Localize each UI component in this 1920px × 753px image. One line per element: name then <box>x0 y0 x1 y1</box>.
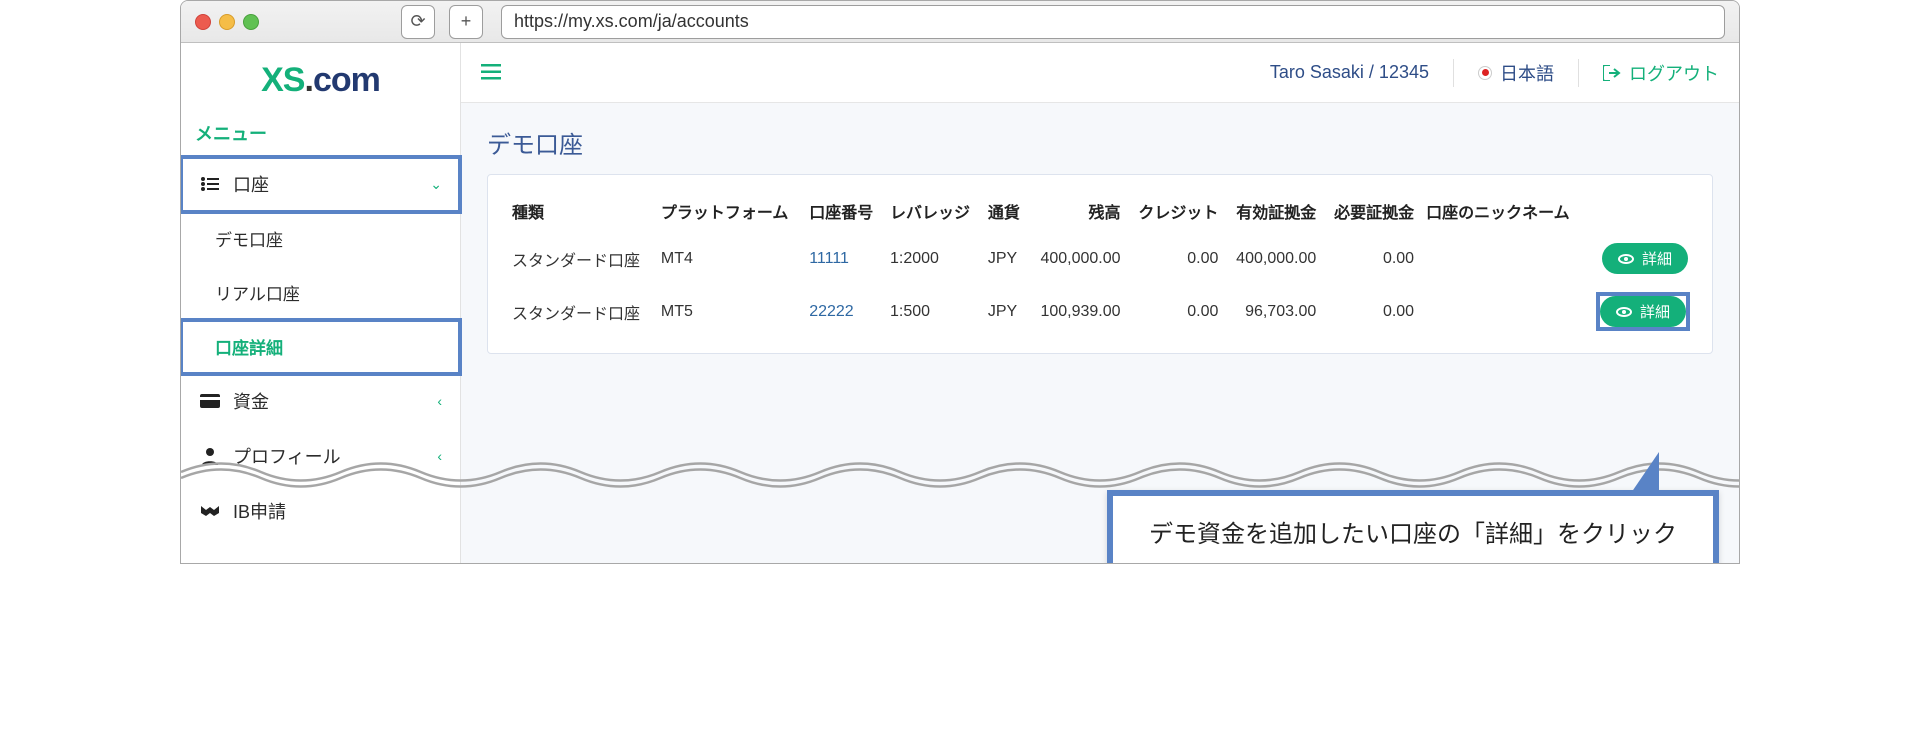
accounts-table: 種類 プラットフォーム 口座番号 レバレッジ 通貨 残高 クレジット 有効証拠金… <box>506 189 1694 339</box>
browser-window: ⟳ + https://my.xs.com/ja/accounts XS.com… <box>180 0 1740 564</box>
topbar: Taro Sasaki / 12345 日本語 ログアウト <box>461 43 1739 103</box>
sidebar-item-accounts[interactable]: 口座 ⌄ <box>181 157 460 212</box>
reload-button[interactable]: ⟳ <box>401 5 435 39</box>
cell-nickname <box>1420 284 1585 339</box>
user-icon <box>199 447 221 465</box>
language-switcher[interactable]: 日本語 <box>1478 60 1554 86</box>
logout-icon <box>1603 65 1621 81</box>
table-header-row: 種類 プラットフォーム 口座番号 レバレッジ 通貨 残高 クレジット 有効証拠金… <box>506 189 1694 233</box>
col-balance: 残高 <box>1029 189 1127 233</box>
content-area: Taro Sasaki / 12345 日本語 ログアウト デモ口座 <box>461 43 1739 563</box>
cell-currency: JPY <box>982 284 1029 339</box>
cell-type: スタンダード口座 <box>506 233 655 284</box>
list-icon <box>199 177 221 191</box>
sidebar-item-label: IB申請 <box>233 498 286 524</box>
handshake-icon <box>199 504 221 518</box>
sidebar-item-demo-account[interactable]: デモ口座 <box>181 212 460 266</box>
sidebar-item-label: 口座詳細 <box>215 334 283 359</box>
page-title: デモ口座 <box>487 125 1713 160</box>
cell-credit: 0.00 <box>1127 233 1225 284</box>
sidebar: XS.com メニュー 口座 ⌄ デモ口座 リアル口座 口座詳細 <box>181 43 461 563</box>
callout-arrow-icon <box>1629 452 1659 496</box>
sidebar-item-label: リアル口座 <box>215 280 300 305</box>
url-text: https://my.xs.com/ja/accounts <box>514 11 749 32</box>
cell-equity: 400,000.00 <box>1224 233 1322 284</box>
browser-titlebar: ⟳ + https://my.xs.com/ja/accounts <box>181 1 1739 43</box>
brand-logo: XS.com <box>181 53 460 114</box>
cell-margin: 0.00 <box>1322 233 1420 284</box>
sidebar-item-label: プロフィール <box>233 443 341 469</box>
user-info: Taro Sasaki / 12345 <box>1270 62 1429 83</box>
brand-part3: com <box>313 61 380 99</box>
sidebar-item-profile[interactable]: プロフィール ‹ <box>181 429 460 484</box>
col-type: 種類 <box>506 189 655 233</box>
cell-balance: 100,939.00 <box>1029 284 1127 339</box>
cell-credit: 0.00 <box>1127 284 1225 339</box>
language-label: 日本語 <box>1500 60 1554 86</box>
cell-leverage: 1:2000 <box>884 233 982 284</box>
new-tab-button[interactable]: + <box>449 5 483 39</box>
cell-leverage: 1:500 <box>884 284 982 339</box>
cell-type: スタンダード口座 <box>506 284 655 339</box>
cell-number[interactable]: 22222 <box>803 284 884 339</box>
detail-button[interactable]: 詳細 <box>1600 296 1686 327</box>
col-platform: プラットフォーム <box>655 189 803 233</box>
cell-currency: JPY <box>982 233 1029 284</box>
logout-label: ログアウト <box>1629 60 1719 86</box>
app-shell: XS.com メニュー 口座 ⌄ デモ口座 リアル口座 口座詳細 <box>181 43 1739 563</box>
accounts-table-card: 種類 プラットフォーム 口座番号 レバレッジ 通貨 残高 クレジット 有効証拠金… <box>487 174 1713 354</box>
col-margin: 必要証拠金 <box>1322 189 1420 233</box>
table-row: スタンダード口座 MT5 22222 1:500 JPY 100,939.00 … <box>506 284 1694 339</box>
menu-toggle-button[interactable] <box>481 60 501 86</box>
col-nickname: 口座のニックネーム <box>1420 189 1585 233</box>
logout-button[interactable]: ログアウト <box>1603 60 1719 86</box>
wallet-icon <box>199 394 221 408</box>
brand-part2: . <box>304 61 312 99</box>
window-zoom-icon[interactable] <box>243 14 259 30</box>
window-minimize-icon[interactable] <box>219 14 235 30</box>
eye-icon <box>1618 254 1634 264</box>
col-credit: クレジット <box>1127 189 1225 233</box>
sidebar-item-label: 資金 <box>233 388 269 414</box>
flag-japan-icon <box>1478 66 1492 80</box>
sidebar-item-account-details[interactable]: 口座詳細 <box>181 320 460 374</box>
sidebar-item-real-account[interactable]: リアル口座 <box>181 266 460 320</box>
col-leverage: レバレッジ <box>884 189 982 233</box>
sidebar-item-funds[interactable]: 資金 ‹ <box>181 374 460 429</box>
cell-margin: 0.00 <box>1322 284 1420 339</box>
sidebar-item-label: デモ口座 <box>215 226 283 251</box>
window-close-icon[interactable] <box>195 14 211 30</box>
brand-part1: XS <box>261 61 304 99</box>
table-row: スタンダード口座 MT4 11111 1:2000 JPY 400,000.00… <box>506 233 1694 284</box>
cell-balance: 400,000.00 <box>1029 233 1127 284</box>
address-bar[interactable]: https://my.xs.com/ja/accounts <box>501 5 1725 39</box>
chevron-left-icon: ‹ <box>437 448 442 464</box>
cell-nickname <box>1420 233 1585 284</box>
menu-heading: メニュー <box>181 114 460 157</box>
detail-button-label: 詳細 <box>1640 301 1670 322</box>
col-equity: 有効証拠金 <box>1224 189 1322 233</box>
detail-button[interactable]: 詳細 <box>1602 243 1688 274</box>
cell-equity: 96,703.00 <box>1224 284 1322 339</box>
eye-icon <box>1616 307 1632 317</box>
cell-platform: MT5 <box>655 284 803 339</box>
col-currency: 通貨 <box>982 189 1029 233</box>
cell-platform: MT4 <box>655 233 803 284</box>
sidebar-item-ib[interactable]: IB申請 <box>181 484 460 539</box>
chevron-left-icon: ‹ <box>437 393 442 409</box>
cell-number[interactable]: 11111 <box>803 233 884 284</box>
instruction-callout: デモ資金を追加したい口座の「詳細」をクリック <box>1107 490 1719 564</box>
sidebar-item-label: 口座 <box>233 171 269 197</box>
chevron-down-icon: ⌄ <box>430 176 442 193</box>
detail-button-label: 詳細 <box>1642 248 1672 269</box>
callout-text: デモ資金を追加したい口座の「詳細」をクリック <box>1107 490 1719 564</box>
col-number: 口座番号 <box>803 189 884 233</box>
